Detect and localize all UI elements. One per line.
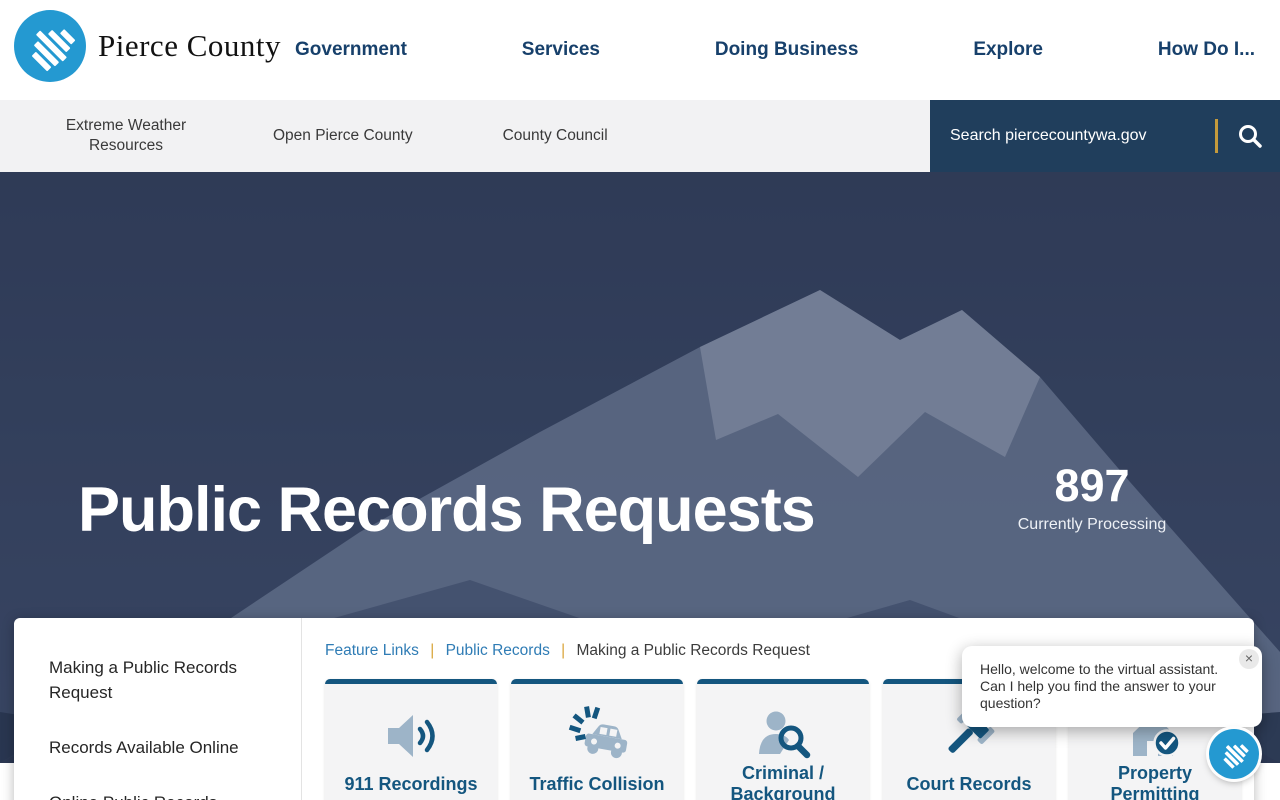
card-traffic-collision[interactable]: Traffic Collision — [511, 679, 683, 800]
nav-doing-business[interactable]: Doing Business — [715, 39, 859, 61]
stat-label: Currently Processing — [1017, 516, 1167, 533]
assistant-message-bubble: Hello, welcome to the virtual assistant.… — [962, 646, 1262, 727]
card-911-recordings[interactable]: 911 Recordings — [325, 679, 497, 800]
breadcrumb-separator: | — [561, 642, 566, 659]
search-divider — [1215, 119, 1218, 153]
stat-value: 897 — [1054, 460, 1130, 511]
sidebar-item-online-public-records[interactable]: Online Public Records — [49, 775, 279, 800]
person-search-icon — [759, 711, 811, 759]
card-label: 911 Recordings — [344, 773, 478, 794]
car-collision-icon — [568, 706, 628, 759]
card-label: Traffic Collision — [529, 773, 665, 794]
page: Pierce County Government Services Doing … — [0, 0, 1280, 800]
secondary-nav: Extreme Weather Resources Open Pierce Co… — [0, 100, 930, 172]
subnav-county-council[interactable]: County Council — [503, 126, 608, 146]
subnav-extreme-weather[interactable]: Extreme Weather Resources — [51, 116, 201, 156]
breadcrumb: Feature Links | Public Records | Making … — [325, 642, 810, 660]
subnav-open-pierce-county[interactable]: Open Pierce County — [273, 126, 413, 146]
card-label: Criminal / Background — [730, 763, 836, 800]
card-label: Court Records — [906, 773, 1032, 794]
search-bar: Search piercecountywa.gov — [930, 100, 1280, 172]
site-logo[interactable]: Pierce County — [14, 10, 281, 82]
site-header: Pierce County Government Services Doing … — [0, 0, 1280, 100]
assistant-message: Hello, welcome to the virtual assistant.… — [980, 661, 1219, 711]
page-title: Public Records Requests — [78, 475, 816, 545]
nav-explore[interactable]: Explore — [973, 39, 1043, 61]
brand-name: Pierce County — [98, 28, 281, 63]
sidebar-divider — [301, 618, 302, 800]
card-criminal-background[interactable]: Criminal / Background — [697, 679, 869, 800]
sidebar-item-making-request[interactable]: Making a Public Records Request — [49, 640, 279, 720]
search-icon — [1239, 125, 1262, 148]
nav-how-do-i[interactable]: How Do I... — [1158, 39, 1255, 61]
virtual-assistant-button[interactable] — [1209, 729, 1259, 779]
breadcrumb-feature-links[interactable]: Feature Links — [325, 642, 419, 659]
sidebar-item-records-online[interactable]: Records Available Online — [49, 720, 279, 775]
assistant-logo-icon — [1213, 733, 1255, 775]
search-button[interactable] — [1228, 114, 1272, 158]
pierce-county-logo-icon — [14, 10, 86, 82]
breadcrumb-public-records[interactable]: Public Records — [446, 642, 550, 659]
top-nav: Government Services Doing Business Explo… — [295, 0, 1255, 100]
search-input[interactable]: Search piercecountywa.gov — [950, 127, 1215, 145]
nav-services[interactable]: Services — [522, 39, 600, 61]
breadcrumb-separator: | — [430, 642, 435, 659]
card-label: Property Permitting — [1110, 763, 1200, 800]
speaker-icon — [388, 715, 435, 757]
stat-currently-processing: 897 Currently Processing — [997, 462, 1187, 534]
nav-government[interactable]: Government — [295, 39, 407, 61]
breadcrumb-current: Making a Public Records Request — [576, 642, 810, 659]
close-icon[interactable]: × — [1239, 649, 1259, 669]
sidebar-nav: Making a Public Records Request Records … — [49, 640, 279, 800]
